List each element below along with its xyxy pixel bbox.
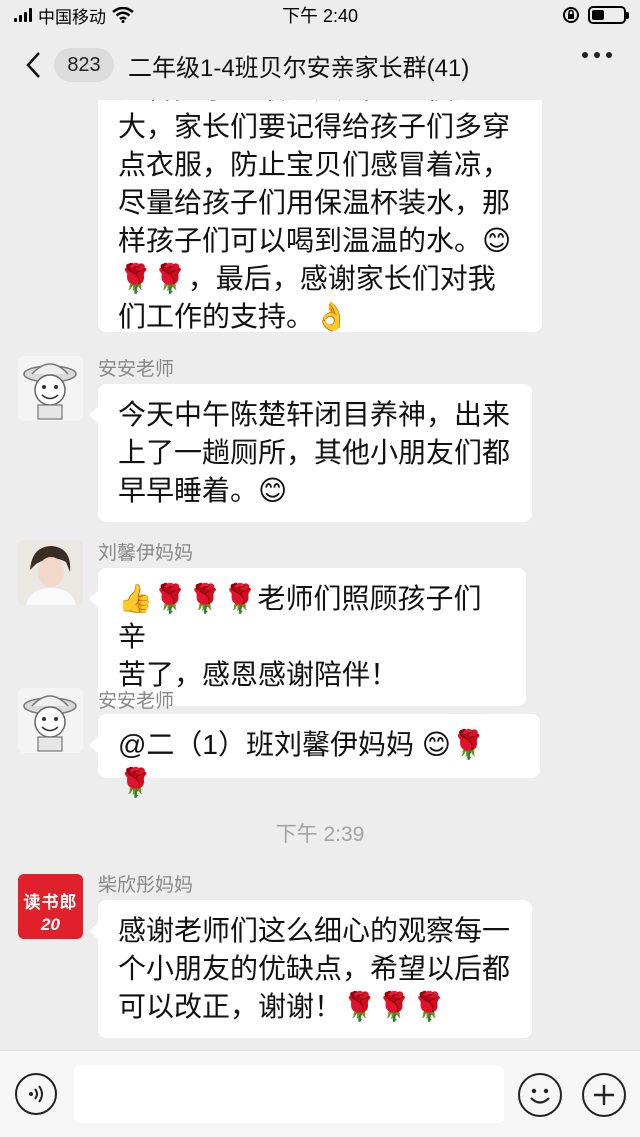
status-left: 中国移动 — [14, 3, 134, 28]
plus-icon[interactable] — [582, 1073, 626, 1117]
message-line: 今天中午陈楚轩闭目养神，出来 — [118, 399, 511, 430]
message-line: 可以改正，谢谢！🌹🌹🌹 — [118, 991, 447, 1022]
message-bubble[interactable]: 今天中午陈楚轩闭目养神，出来 上了一趟厕所，其他小朋友们都 早早睡着。😊 — [89, 384, 532, 522]
avatar-liu-xinyi-mom[interactable] — [18, 540, 83, 605]
message-line: 个小朋友的优缺点，希望以后都 — [118, 953, 511, 984]
message-bubble[interactable]: 感谢老师们这么细心的观察每一 个小朋友的优缺点，希望以后都 可以改正，谢谢！🌹🌹… — [89, 900, 532, 1038]
battery-icon — [588, 6, 629, 24]
sender-name: 刘馨伊妈妈 — [98, 543, 194, 564]
unread-count-badge[interactable]: 823 — [54, 48, 114, 82]
more-dots-icon[interactable] — [582, 52, 612, 58]
avatar-an-an-teacher[interactable] — [18, 688, 83, 753]
chat-title: 二年级1-4班贝尔安亲家长群(41) — [128, 54, 470, 82]
chat-area[interactable]: 温馨提示：最近天气一昼夜温差 大，家长们要记得给孩子们多穿 点衣服，防止宝贝们感… — [0, 100, 640, 1050]
message-input[interactable] — [74, 1065, 504, 1123]
message-line: 苦了，感恩感谢陪伴！ — [118, 659, 399, 690]
emoji-face-icon[interactable] — [518, 1073, 562, 1117]
chevron-left-icon[interactable] — [16, 45, 50, 85]
message-line: 感谢老师们这么细心的观察每一 — [118, 915, 511, 946]
avatar-chai-xintong-mom[interactable]: 读书郎 20 — [18, 874, 83, 939]
message-line: 样孩子们可以喝到温温的水。😊 — [118, 225, 512, 256]
sender-name: 安安老师 — [98, 691, 175, 712]
message-line: @二（1）班刘馨伊妈妈 😊🌹🌹 — [118, 729, 486, 798]
message-line: 👍🌹🌹🌹老师们照顾孩子们辛 — [118, 583, 482, 652]
carrier-label: 中国移动 — [38, 7, 106, 27]
message-line: 尽量给孩子们用保温杯装水，那 — [118, 187, 511, 218]
time-divider: 下午 2:39 — [275, 823, 365, 846]
avatar-brand-text: 读书郎 — [23, 893, 78, 912]
voice-icon[interactable] — [15, 1073, 57, 1115]
message-line: 早早睡着。😊 — [118, 475, 288, 506]
message-line: 上了一趟厕所，其他小朋友们都 — [118, 437, 511, 468]
message-bubble[interactable]: @二（1）班刘馨伊妈妈 😊🌹🌹 — [89, 714, 540, 798]
message-line: 大，家长们要记得给孩子们多穿 — [118, 111, 511, 142]
avatar-an-an-teacher[interactable] — [18, 356, 83, 421]
message-line: 温馨提示：最近天气一昼夜温差 — [118, 100, 522, 108]
message-bubble[interactable]: 温馨提示：最近天气一昼夜温差 大，家长们要记得给孩子们多穿 点衣服，防止宝贝们感… — [98, 100, 542, 332]
sender-name: 柴欣彤妈妈 — [98, 875, 194, 896]
input-bar — [0, 1050, 640, 1137]
status-bar: 中国移动 下午 2:40 — [0, 0, 640, 30]
wifi-icon — [112, 7, 134, 23]
message-line: 点衣服，防止宝贝们感冒着凉， — [118, 149, 511, 180]
message-line: 们工作的支持。👌 — [118, 301, 349, 332]
status-right — [562, 6, 629, 24]
signal-icon — [14, 8, 32, 22]
sender-name: 安安老师 — [98, 359, 175, 380]
orientation-lock-icon — [563, 7, 579, 23]
message-line: 🌹🌹，最后，感谢家长们对我 — [118, 263, 496, 294]
nav-bar: 823 二年级1-4班贝尔安亲家长群(41) — [0, 30, 640, 100]
avatar-number-text: 20 — [41, 915, 60, 934]
